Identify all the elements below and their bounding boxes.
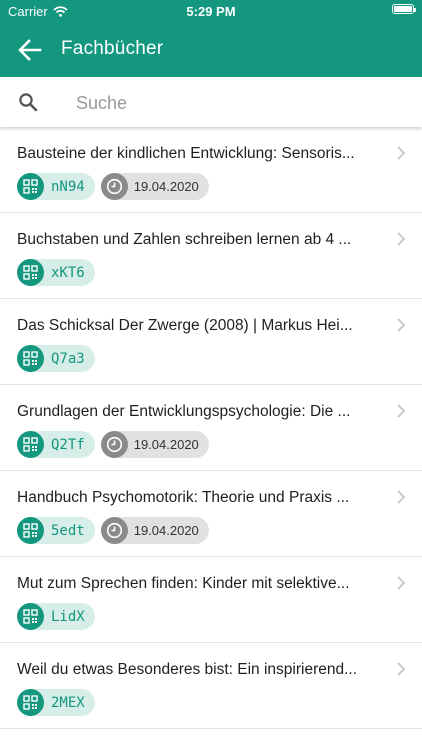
clock-icon	[100, 431, 128, 458]
book-list-item[interactable]: Das Schicksal Der Zwerge (2008) | Markus…	[0, 299, 422, 385]
book-code: 2MEX	[51, 694, 85, 711]
book-title: Buchstaben und Zahlen schreiben lernen a…	[17, 231, 352, 248]
tag-row: Q2Tf 19.04.2020	[17, 431, 209, 458]
code-tag: LidX	[17, 603, 95, 630]
book-code: nN94	[51, 178, 85, 195]
status-bar: Carrier 5:29 PM	[0, 0, 422, 22]
book-list-item[interactable]: Weil du etwas Besonderes bist: Ein inspi…	[0, 643, 422, 729]
book-title: Bausteine der kindlichen Entwicklung: Se…	[17, 145, 355, 162]
book-title: Grundlagen der Entwicklungspsychologie: …	[17, 403, 351, 420]
code-tag: xKT6	[17, 259, 95, 286]
qr-code-icon	[17, 431, 44, 458]
chevron-right-icon	[397, 146, 406, 160]
nav-bar: Fachbücher	[0, 30, 422, 70]
book-code: LidX	[51, 608, 85, 625]
book-code: xKT6	[51, 264, 85, 281]
qr-code-icon	[17, 689, 44, 716]
book-code: 5edt	[51, 522, 85, 539]
search-bar	[0, 77, 422, 127]
date-tag: 19.04.2020	[100, 173, 209, 200]
book-list-item[interactable]: Bausteine der kindlichen Entwicklung: Se…	[0, 127, 422, 213]
tag-row: nN94 19.04.2020	[17, 173, 209, 200]
chevron-right-icon	[397, 404, 406, 418]
code-tag: Q2Tf	[17, 431, 95, 458]
clock-icon	[100, 517, 128, 544]
qr-code-icon	[17, 345, 44, 372]
book-title: Mut zum Sprechen finden: Kinder mit sele…	[17, 575, 350, 592]
app-header: Carrier 5:29 PM Fachbücher	[0, 0, 422, 77]
tag-row: xKT6	[17, 259, 95, 286]
book-date: 19.04.2020	[133, 437, 199, 452]
date-tag: 19.04.2020	[100, 517, 209, 544]
chevron-right-icon	[397, 576, 406, 590]
book-list: Bausteine der kindlichen Entwicklung: Se…	[0, 127, 422, 729]
qr-code-icon	[17, 173, 44, 200]
qr-code-icon	[17, 517, 44, 544]
status-time: 5:29 PM	[186, 4, 236, 19]
clock-icon	[100, 173, 128, 200]
book-title: Handbuch Psychomotorik: Theorie und Prax…	[17, 489, 350, 506]
book-list-item[interactable]: Handbuch Psychomotorik: Theorie und Prax…	[0, 471, 422, 557]
chevron-right-icon	[397, 662, 406, 676]
book-date: 19.04.2020	[133, 179, 199, 194]
book-code: Q2Tf	[51, 436, 85, 453]
code-tag: 2MEX	[17, 689, 95, 716]
chevron-right-icon	[397, 490, 406, 504]
page-title: Fachbücher	[61, 38, 164, 59]
search-icon	[19, 93, 38, 112]
book-list-item[interactable]: Grundlagen der Entwicklungspsychologie: …	[0, 385, 422, 471]
code-tag: nN94	[17, 173, 95, 200]
date-tag: 19.04.2020	[100, 431, 209, 458]
back-button[interactable]	[16, 36, 44, 64]
book-title: Weil du etwas Besonderes bist: Ein inspi…	[17, 661, 358, 678]
book-title: Das Schicksal Der Zwerge (2008) | Markus…	[17, 317, 353, 334]
search-input[interactable]	[74, 89, 398, 117]
qr-code-icon	[17, 603, 44, 630]
book-date: 19.04.2020	[133, 523, 199, 538]
arrow-left-icon	[18, 39, 42, 61]
battery-icon	[392, 4, 416, 14]
tag-row: LidX	[17, 603, 95, 630]
book-list-item[interactable]: Buchstaben und Zahlen schreiben lernen a…	[0, 213, 422, 299]
book-code: Q7a3	[51, 350, 85, 367]
tag-row: 2MEX	[17, 689, 95, 716]
code-tag: 5edt	[17, 517, 95, 544]
book-list-item[interactable]: Mut zum Sprechen finden: Kinder mit sele…	[0, 557, 422, 643]
chevron-right-icon	[397, 318, 406, 332]
tag-row: Q7a3	[17, 345, 95, 372]
tag-row: 5edt 19.04.2020	[17, 517, 209, 544]
code-tag: Q7a3	[17, 345, 95, 372]
chevron-right-icon	[397, 232, 406, 246]
qr-code-icon	[17, 259, 44, 286]
